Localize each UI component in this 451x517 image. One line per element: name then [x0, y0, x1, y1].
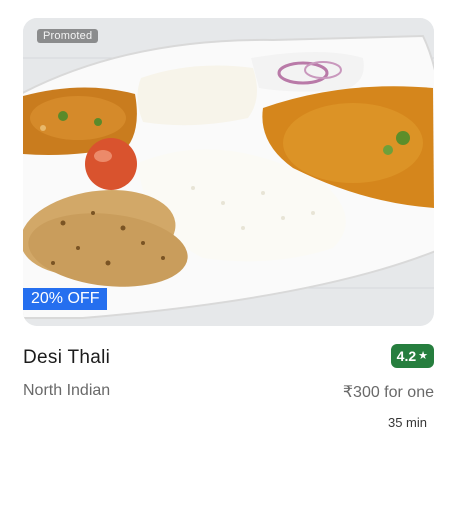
star-icon: ★ — [418, 350, 428, 362]
food-thali-image — [23, 18, 434, 326]
delivery-time: 35 min — [387, 415, 427, 430]
restaurant-card[interactable]: Promoted 20% OFF Desi Thali 4.2 ★ North … — [23, 18, 434, 430]
card-info: Desi Thali 4.2 ★ North Indian ₹300 for o… — [23, 326, 434, 430]
cuisine-label: North Indian — [23, 382, 111, 399]
restaurant-image[interactable]: Promoted 20% OFF — [23, 18, 434, 326]
restaurant-name[interactable]: Desi Thali — [23, 347, 110, 369]
rating-badge: 4.2 ★ — [390, 344, 434, 368]
promoted-badge: Promoted — [37, 29, 99, 43]
cost-for-one: ₹300 for one — [342, 384, 434, 401]
rating-value: 4.2 — [396, 348, 417, 364]
offer-badge: 20% OFF — [23, 288, 108, 310]
